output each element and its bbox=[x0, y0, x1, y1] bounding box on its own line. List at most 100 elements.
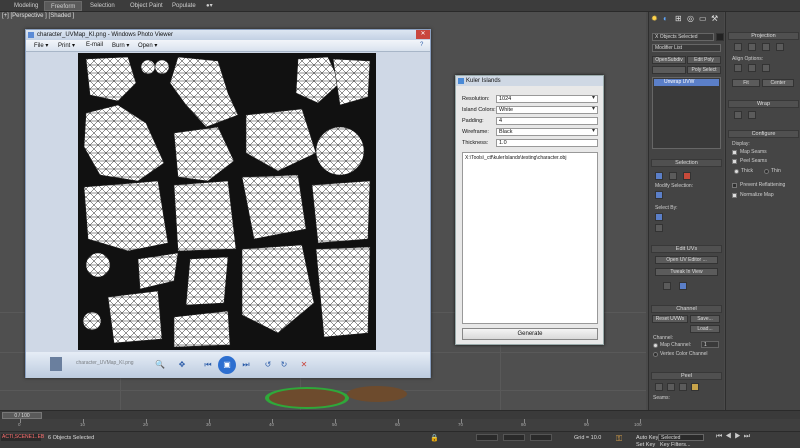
rotate-right-icon[interactable]: ↻ bbox=[278, 359, 290, 371]
pin-icon[interactable] bbox=[691, 383, 699, 391]
spherical-map-icon[interactable] bbox=[762, 43, 770, 51]
selection-set-dropdown[interactable]: Selected bbox=[658, 434, 704, 441]
menu-file[interactable]: File ▾ bbox=[34, 42, 48, 49]
cylindrical-map-icon[interactable] bbox=[748, 43, 756, 51]
previous-icon[interactable]: ⏮ bbox=[202, 359, 214, 371]
quick-peel-icon[interactable] bbox=[679, 383, 687, 391]
box-map-icon[interactable] bbox=[776, 43, 784, 51]
kuler-islands-dialog[interactable]: Kuler Islands Resolution: 1024 Island Co… bbox=[455, 75, 604, 345]
edit-poly-button[interactable]: Edit Poly bbox=[687, 56, 721, 64]
tab-freeform[interactable]: Freeform bbox=[44, 1, 83, 11]
display-tab-icon[interactable]: ▭ bbox=[699, 14, 707, 23]
projection-rollout-header[interactable]: Projection bbox=[728, 32, 799, 40]
resolution-select[interactable]: 1024 bbox=[496, 95, 598, 103]
slideshow-button[interactable]: ▣ bbox=[218, 356, 236, 374]
map-seams-checkbox[interactable] bbox=[732, 150, 737, 155]
configure-rollout-header[interactable]: Configure bbox=[728, 130, 799, 138]
menu-open[interactable]: Open ▾ bbox=[138, 42, 157, 49]
object-name-field[interactable]: X Objects Selected bbox=[652, 33, 714, 41]
unfold-strip-icon[interactable] bbox=[748, 111, 756, 119]
hierarchy-tab-icon[interactable]: ⊞ bbox=[675, 14, 682, 23]
planar-map-icon[interactable] bbox=[734, 43, 742, 51]
autokey-label[interactable]: Auto Key bbox=[636, 435, 658, 441]
tab-selection[interactable]: Selection bbox=[84, 1, 121, 11]
align-x-icon[interactable] bbox=[734, 64, 742, 72]
wrap-rollout-header[interactable]: Wrap bbox=[728, 100, 799, 108]
help-icon[interactable]: ? bbox=[420, 42, 423, 48]
grow-selection-icon[interactable] bbox=[655, 191, 663, 199]
ribbon-options-icon[interactable]: ●▾ bbox=[200, 1, 219, 11]
tweak-in-view-button[interactable]: Tweak In View bbox=[655, 268, 718, 276]
utilities-tab-icon[interactable]: ⚒ bbox=[711, 14, 718, 23]
face-select-icon[interactable] bbox=[683, 172, 691, 180]
modifier-list-dropdown[interactable]: Modifier List bbox=[652, 44, 721, 52]
spline-map-icon[interactable] bbox=[734, 111, 742, 119]
load-button[interactable]: Load... bbox=[690, 325, 720, 333]
vertex-color-radio[interactable] bbox=[653, 352, 658, 357]
character-mesh[interactable] bbox=[262, 380, 412, 410]
align-y-icon[interactable] bbox=[748, 64, 756, 72]
menu-print[interactable]: Print ▾ bbox=[58, 42, 75, 49]
align-z-icon[interactable] bbox=[762, 64, 770, 72]
coordinate-z-field[interactable] bbox=[530, 434, 552, 441]
delete-icon[interactable]: ✕ bbox=[298, 359, 310, 371]
select-by-angle-icon[interactable] bbox=[655, 224, 663, 232]
padding-spinner[interactable]: 4 bbox=[496, 117, 598, 125]
coordinate-x-field[interactable] bbox=[476, 434, 498, 441]
modifier-stack[interactable]: Unwrap UVW bbox=[652, 77, 721, 149]
peel-rollout-header[interactable]: Peel bbox=[651, 372, 722, 380]
peel-mode-icon[interactable] bbox=[655, 383, 663, 391]
set-key-icon[interactable]: ⚿ bbox=[616, 434, 622, 444]
next-icon[interactable]: ⏭ bbox=[240, 359, 252, 371]
viewport-label[interactable]: [+] [Perspective ] [Shaded ] bbox=[2, 13, 74, 19]
select-by-element-icon[interactable] bbox=[655, 213, 663, 221]
map-channel-radio[interactable] bbox=[653, 343, 658, 348]
zoom-icon[interactable]: 🔍 bbox=[154, 359, 166, 371]
thin-radio[interactable] bbox=[764, 169, 769, 174]
actual-size-icon[interactable]: ✥ bbox=[176, 359, 188, 371]
channel-rollout-header[interactable]: Channel bbox=[651, 305, 722, 313]
wireframe-select[interactable]: Black bbox=[496, 128, 598, 136]
selection-rollout-header[interactable]: Selection bbox=[651, 159, 722, 167]
rotate-left-icon[interactable]: ↺ bbox=[262, 359, 274, 371]
island-colors-select[interactable]: White bbox=[496, 106, 598, 114]
time-slider[interactable]: 0 / 100 bbox=[0, 410, 800, 419]
stack-item-unwrap-uvw[interactable]: Unwrap UVW bbox=[654, 79, 719, 86]
reset-uvws-button[interactable]: Reset UVWs bbox=[652, 315, 688, 323]
pelt-map-icon[interactable] bbox=[667, 383, 675, 391]
time-slider-handle[interactable]: 0 / 100 bbox=[2, 412, 42, 419]
motion-tab-icon[interactable]: ◎ bbox=[687, 14, 694, 23]
quick-map-icon[interactable] bbox=[679, 282, 687, 290]
play-controls[interactable]: ⏮◀▶⏭ bbox=[716, 433, 753, 441]
thick-radio[interactable] bbox=[734, 169, 739, 174]
tab-populate[interactable]: Populate bbox=[166, 1, 202, 11]
save-button[interactable]: Save... bbox=[690, 315, 720, 323]
center-button[interactable]: Center bbox=[762, 79, 794, 87]
generate-button[interactable]: Generate bbox=[462, 328, 598, 340]
prevent-reflattening-checkbox[interactable] bbox=[732, 183, 737, 188]
menu-email[interactable]: E-mail bbox=[86, 42, 103, 48]
quick-planar-icon[interactable] bbox=[663, 282, 671, 290]
tab-object-paint[interactable]: Object Paint bbox=[124, 1, 169, 11]
modify-tab-icon[interactable]: ◐ bbox=[663, 14, 668, 23]
normalize-map-checkbox[interactable] bbox=[732, 193, 737, 198]
map-channel-spinner[interactable]: 1 bbox=[701, 341, 719, 348]
edge-select-icon[interactable] bbox=[669, 172, 677, 180]
open-uv-editor-button[interactable]: Open UV Editor ... bbox=[655, 256, 718, 264]
maxscript-listener[interactable]: ACTI,SCENE1..EB bbox=[1, 434, 44, 441]
fit-button[interactable]: Fit bbox=[732, 79, 760, 87]
menu-burn[interactable]: Burn ▾ bbox=[112, 42, 129, 49]
opensubdiv-button[interactable]: OpenSubdiv bbox=[652, 56, 686, 64]
create-tab-icon[interactable]: ✹ bbox=[651, 14, 658, 23]
track-bar[interactable]: 0 10 20 30 40 50 60 70 80 90 100 bbox=[0, 419, 800, 431]
vertex-select-icon[interactable] bbox=[655, 172, 663, 180]
thickness-spinner[interactable]: 1.0 bbox=[496, 139, 598, 147]
taskbar-thumbnail[interactable] bbox=[50, 357, 62, 371]
peel-seams-checkbox[interactable] bbox=[732, 159, 737, 164]
coordinate-y-field[interactable] bbox=[503, 434, 525, 441]
poly-select-button[interactable]: Poly Select bbox=[687, 66, 721, 74]
set-key-label[interactable]: Set Key bbox=[636, 442, 655, 448]
photo-viewer-window[interactable]: character_UVMap_KI.png - Windows Photo V… bbox=[25, 29, 431, 378]
file-path-textarea[interactable]: X:\Tools\_ctf\kulerIslands\testing\chara… bbox=[462, 152, 598, 324]
object-color-swatch[interactable] bbox=[716, 33, 724, 41]
